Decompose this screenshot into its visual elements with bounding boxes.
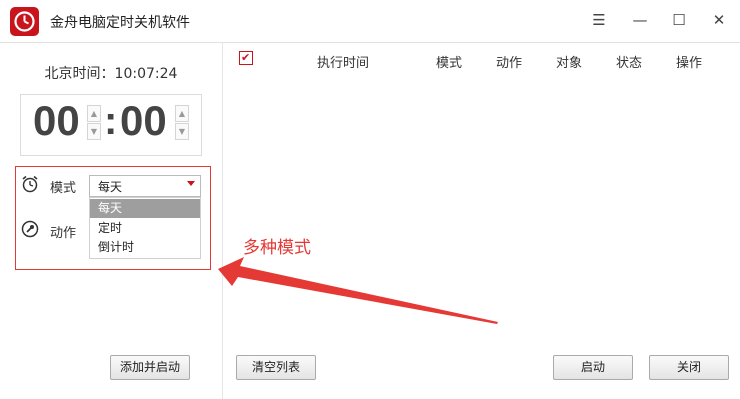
action-label: 动作 [50,226,77,241]
hours-down-icon[interactable]: ▼ [87,123,101,140]
close-button[interactable]: 关闭 [649,355,729,380]
wrench-icon [21,220,39,238]
mode-label: 模式 [50,181,77,196]
column-header-operation: 操作 [676,56,703,71]
mode-select-value[interactable]: 每天 [98,178,122,195]
annotation-arrow-icon [218,257,498,324]
mode-option-daily[interactable]: 每天 [90,199,200,218]
minutes-down-icon[interactable]: ▼ [175,123,189,140]
column-header-status: 状态 [616,56,643,71]
add-and-start-button[interactable]: 添加并启动 [110,355,190,380]
time-separator: : [104,99,118,143]
window-title: 金舟电脑定时关机软件 [50,15,190,31]
check-icon: ✔ [241,51,251,64]
column-header-mode: 模式 [436,56,463,71]
mode-option-scheduled[interactable]: 定时 [90,219,200,238]
chevron-down-icon[interactable] [187,181,195,186]
clear-list-button[interactable]: 清空列表 [236,355,316,380]
app-logo-icon [10,7,39,36]
column-header-target: 对象 [556,56,583,71]
minimize-icon[interactable]: — [628,9,652,31]
menu-icon[interactable]: ☰ [587,9,611,31]
close-icon[interactable]: ✕ [707,9,731,31]
hours-up-icon[interactable]: ▲ [87,105,101,122]
mode-option-countdown[interactable]: 倒计时 [90,238,200,257]
minutes-up-icon[interactable]: ▲ [175,105,189,122]
hours-value[interactable]: 00 [33,97,80,145]
minutes-value[interactable]: 00 [120,97,167,145]
column-header-exec-time: 执行时间 [317,56,370,71]
start-button[interactable]: 启动 [553,355,633,380]
maximize-icon[interactable]: ☐ [667,9,691,31]
alarm-clock-icon [21,175,39,193]
beijing-time-label: 北京时间：10:07:24 [44,66,178,82]
column-header-action: 动作 [496,56,523,71]
